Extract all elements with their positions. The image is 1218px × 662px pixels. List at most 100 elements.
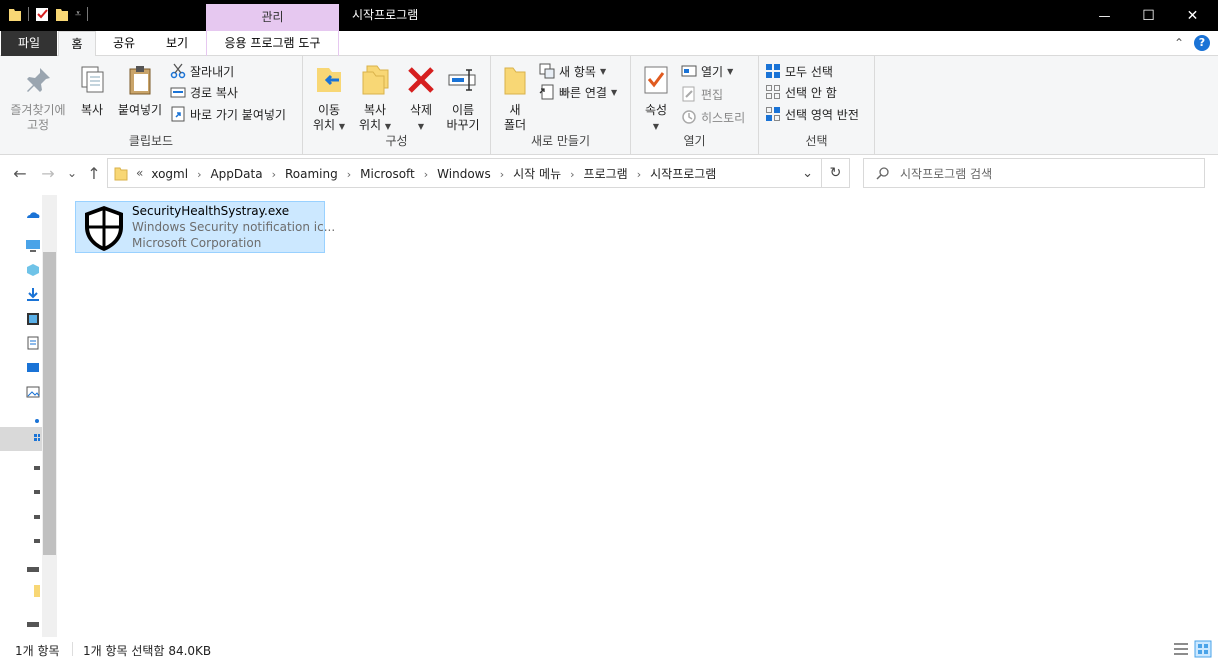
select-none-button[interactable]: 선택 안 함: [765, 82, 837, 102]
large-icons-view-icon[interactable]: [1194, 640, 1212, 658]
breadcrumb-item[interactable]: 시작프로그램: [650, 167, 716, 181]
downloads-icon[interactable]: [26, 287, 40, 301]
shield-icon: [85, 206, 123, 251]
maximize-icon: ☐: [1142, 7, 1155, 24]
maximize-button[interactable]: ☐: [1126, 0, 1171, 31]
music-icon[interactable]: [26, 411, 40, 425]
search-input[interactable]: 시작프로그램 검색: [863, 158, 1205, 188]
breadcrumb-chevron-icon[interactable]: ›: [424, 168, 428, 181]
breadcrumb-chevron-icon[interactable]: ›: [500, 168, 504, 181]
new-item-label: 새 항목: [559, 64, 596, 79]
copy-button[interactable]: 복사: [74, 64, 110, 118]
close-button[interactable]: ✕: [1170, 0, 1215, 31]
refresh-button[interactable]: ↻: [822, 158, 850, 188]
folder-icon[interactable]: [26, 584, 40, 598]
drive-icon[interactable]: [26, 485, 40, 499]
breadcrumb-item[interactable]: 프로그램: [584, 167, 628, 181]
select-none-label: 선택 안 함: [785, 85, 837, 100]
help-icon[interactable]: ?: [1194, 35, 1210, 51]
breadcrumb-item[interactable]: AppData: [210, 167, 262, 181]
network-drive-icon[interactable]: [26, 564, 40, 578]
pictures-icon[interactable]: [26, 385, 40, 399]
delete-button[interactable]: 삭제 ▼: [403, 64, 439, 134]
breadcrumb-item[interactable]: Microsoft: [360, 167, 415, 181]
drive-icon[interactable]: [26, 461, 40, 475]
invert-selection-icon: [766, 107, 780, 121]
new-folder-label-line1: 새: [509, 103, 521, 117]
breadcrumb-chevron-icon[interactable]: ›: [197, 168, 201, 181]
arrow-right-icon: →: [41, 164, 55, 183]
breadcrumb-item[interactable]: 시작 메뉴: [513, 167, 561, 181]
3d-objects-icon[interactable]: [26, 263, 40, 277]
paste-button[interactable]: 붙여넣기: [114, 64, 166, 118]
copy-to-button[interactable]: 복사 위치 ▼: [355, 64, 395, 134]
copy-path-label: 경로 복사: [190, 85, 238, 100]
cut-button[interactable]: 잘라내기: [170, 61, 234, 81]
history-icon: [682, 110, 696, 124]
new-item-button[interactable]: 새 항목 ▼: [539, 61, 606, 81]
properties-button[interactable]: 속성 ▼: [639, 64, 673, 134]
ribbon-expand-icon[interactable]: ⌃: [1174, 36, 1184, 50]
file-item[interactable]: SecurityHealthSystray.exe Windows Securi…: [75, 201, 335, 253]
open-button[interactable]: 열기 ▼: [681, 61, 733, 81]
this-pc-icon[interactable]: [26, 239, 40, 253]
cut-label: 잘라내기: [190, 64, 235, 79]
paste-shortcut-button[interactable]: 바로 가기 붙여넣기: [170, 104, 286, 124]
breadcrumb-overflow[interactable]: «: [136, 166, 143, 180]
nav-scrollbar-thumb[interactable]: [43, 252, 56, 555]
file-name: SecurityHealthSystray.exe: [132, 204, 290, 218]
chevron-down-icon: ▼: [417, 122, 425, 131]
invert-selection-button[interactable]: 선택 영역 반전: [765, 104, 859, 124]
onedrive-icon[interactable]: [26, 208, 40, 222]
address-dropdown-icon[interactable]: ⌄: [802, 166, 813, 181]
move-to-button[interactable]: 이동 위치 ▼: [309, 64, 349, 134]
drive-icon[interactable]: [26, 534, 40, 548]
address-bar[interactable]: « xogml › AppData › Roaming › Microsoft › Window…: [107, 158, 822, 188]
rename-button[interactable]: 이름 바꾸기: [441, 64, 485, 133]
videos-icon[interactable]: [26, 312, 40, 326]
breadcrumb-chevron-icon[interactable]: ›: [570, 168, 574, 181]
up-button[interactable]: ↑: [84, 164, 104, 183]
toolbar-divider: [28, 7, 29, 21]
easy-access-button[interactable]: 빠른 연결 ▼: [539, 82, 617, 102]
edit-button[interactable]: 편집: [681, 84, 723, 104]
tab-view[interactable]: 보기: [152, 31, 202, 56]
manage-context-tab[interactable]: 관리: [206, 4, 339, 31]
documents-icon[interactable]: [26, 336, 40, 350]
back-button[interactable]: ←: [10, 164, 30, 183]
customize-toolbar-icon[interactable]: ⩡: [75, 7, 81, 21]
tab-application-tools[interactable]: 응용 프로그램 도구: [206, 31, 339, 56]
minimize-button[interactable]: —: [1082, 0, 1127, 31]
recent-locations-button[interactable]: ⌄: [62, 166, 82, 180]
network-drive-icon[interactable]: [26, 619, 40, 633]
pin-to-quick-access-button[interactable]: 즐겨찾기에 고정: [6, 64, 70, 133]
breadcrumb-item[interactable]: xogml: [151, 167, 188, 181]
properties-icon[interactable]: [35, 6, 49, 22]
drive-icon[interactable]: [26, 510, 40, 524]
move-to-icon: [317, 68, 341, 92]
new-folder-icon[interactable]: [55, 6, 69, 22]
breadcrumb-item[interactable]: Windows: [437, 167, 491, 181]
windows-drive-icon[interactable]: [26, 432, 40, 446]
breadcrumb-chevron-icon[interactable]: ›: [347, 168, 351, 181]
select-all-button[interactable]: 모두 선택: [765, 61, 833, 81]
tab-share[interactable]: 공유: [102, 31, 146, 56]
chevron-down-icon: ▼: [599, 66, 607, 76]
new-item-icon: [539, 63, 555, 79]
details-view-icon[interactable]: [1172, 640, 1190, 658]
forward-button[interactable]: →: [38, 164, 58, 183]
tab-home[interactable]: 홈: [58, 31, 96, 57]
breadcrumb-item[interactable]: Roaming: [285, 167, 338, 181]
easy-access-label: 빠른 연결: [559, 85, 607, 100]
new-folder-button[interactable]: 새 폴더: [499, 64, 531, 133]
history-button[interactable]: 히스토리: [681, 107, 745, 127]
copy-path-button[interactable]: 경로 복사: [170, 82, 238, 102]
arrow-up-icon: ↑: [87, 164, 101, 183]
properties-label: 속성: [644, 103, 668, 117]
breadcrumb-chevron-icon[interactable]: ›: [272, 168, 276, 181]
breadcrumb-chevron-icon[interactable]: ›: [637, 168, 641, 181]
desktop-icon[interactable]: [26, 361, 40, 375]
tab-file[interactable]: 파일: [1, 31, 57, 56]
chevron-down-icon: ▼: [338, 122, 346, 131]
properties-icon: [644, 66, 668, 94]
